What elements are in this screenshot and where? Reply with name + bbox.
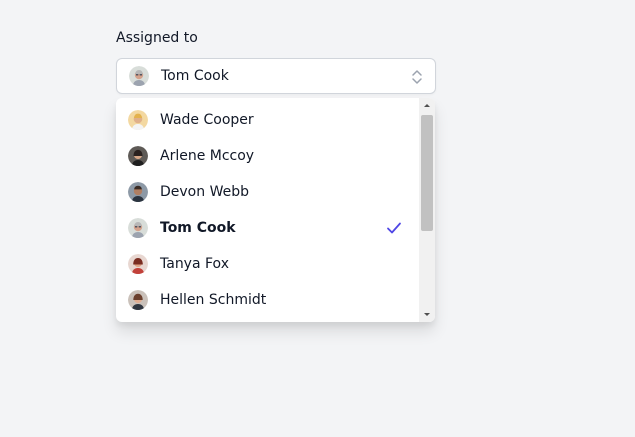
selected-assignee: Tom Cook [161, 68, 229, 84]
avatar-wade-cooper [128, 110, 148, 130]
option-arlene-mccoy[interactable]: Arlene Mccoy [116, 138, 419, 174]
scroll-down-arrow-icon[interactable] [419, 306, 435, 322]
assignee-listbox[interactable]: Wade Cooper Arlene Mccoy Devon Webb Tom … [116, 98, 435, 322]
listbox-scrollbar[interactable] [419, 98, 435, 322]
option-tom-cook[interactable]: Tom Cook [116, 210, 419, 246]
assigned-to-label: Assigned to [116, 30, 198, 46]
scroll-up-arrow-icon[interactable] [419, 98, 435, 114]
avatar-hellen-schmidt [128, 290, 148, 310]
option-devon-webb[interactable]: Devon Webb [116, 174, 419, 210]
avatar-devon-webb [128, 182, 148, 202]
avatar-tom-cook [128, 218, 148, 238]
option-label: Devon Webb [160, 184, 249, 200]
avatar-arlene-mccoy [128, 146, 148, 166]
option-label: Arlene Mccoy [160, 148, 255, 164]
option-label: Tom Cook [160, 220, 236, 236]
option-tanya-fox[interactable]: Tanya Fox [116, 246, 419, 282]
chevron-up-down-icon [411, 67, 423, 87]
option-hellen-schmidt[interactable]: Hellen Schmidt [116, 282, 419, 318]
avatar-tom-cook-selected [129, 66, 149, 86]
option-label: Wade Cooper [160, 112, 254, 128]
check-icon [385, 219, 403, 237]
assigned-to-select[interactable]: Tom Cook [116, 58, 436, 94]
scroll-thumb[interactable] [421, 115, 433, 231]
option-label: Hellen Schmidt [160, 292, 267, 308]
avatar-tanya-fox [128, 254, 148, 274]
option-label: Tanya Fox [160, 256, 229, 272]
option-wade-cooper[interactable]: Wade Cooper [116, 102, 419, 138]
